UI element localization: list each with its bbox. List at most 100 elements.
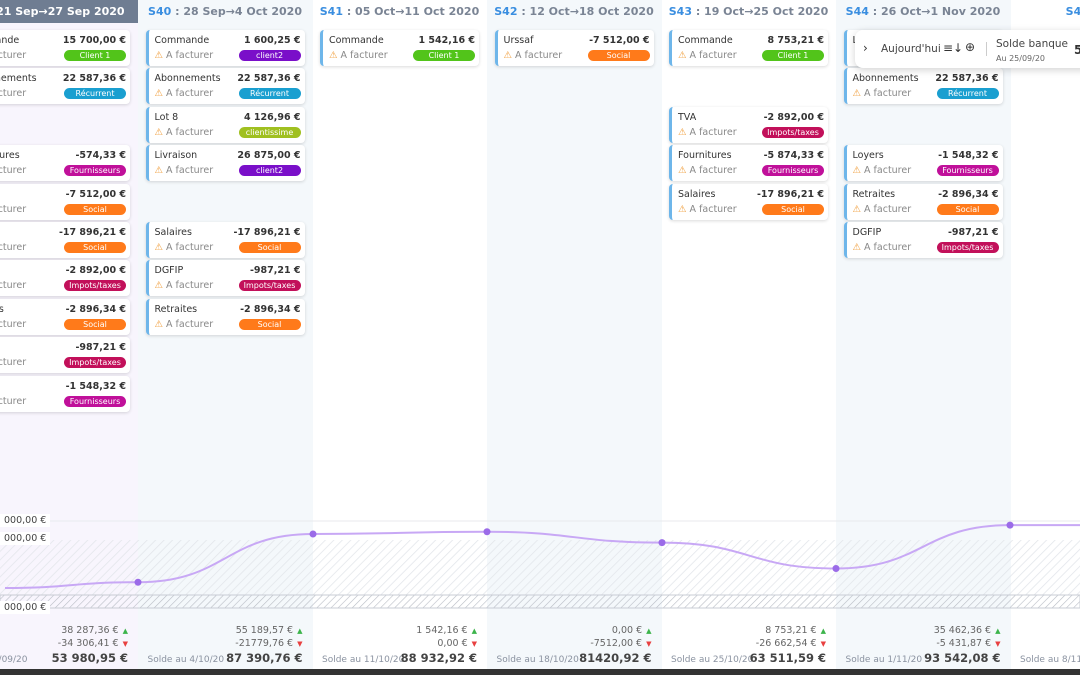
category-tag[interactable]: Social xyxy=(238,242,301,253)
transaction-name: Livraison xyxy=(154,150,198,162)
category-tag[interactable]: Impots/taxes xyxy=(936,242,999,253)
balance-chart xyxy=(0,520,1080,609)
category-tag[interactable]: clientissime xyxy=(238,126,301,138)
category-tag[interactable]: Social xyxy=(64,318,126,330)
category-tag[interactable]: Impots/taxes xyxy=(238,280,301,292)
transaction-card[interactable]: Urssaf -7 512,00 € ⚠ A facturer Social xyxy=(494,30,654,66)
category-tag[interactable]: Client 1 xyxy=(762,50,824,61)
category-tag[interactable]: Impots/taxes xyxy=(762,126,824,138)
category-tag[interactable]: Récurrent xyxy=(936,88,999,100)
transaction-card[interactable]: mmande 15 700,00 € ⚠facturer Client 1 xyxy=(0,30,130,66)
category-tag[interactable]: Social xyxy=(64,203,126,215)
balance-point[interactable] xyxy=(134,578,142,586)
chevron-right-icon[interactable]: › xyxy=(863,41,868,55)
balance-value: 93 542,08 € xyxy=(924,651,1001,665)
transaction-card[interactable]: saf-7 512,00 €⚠facturerSocial xyxy=(0,183,130,220)
week-header[interactable]: S42 : 12 Oct→18 Oct 2020 xyxy=(487,0,662,23)
transaction-status: ⚠facturer xyxy=(0,396,26,407)
transaction-card[interactable]: Commande 1 600,25 € ⚠ A facturer client2 xyxy=(145,30,305,66)
status-label: A facturer xyxy=(340,50,388,61)
transaction-card[interactable]: aires-17 896,21 €⚠facturerSocial xyxy=(0,222,130,258)
transaction-card[interactable]: Commande 1 542,16 € ⚠ A facturer Client 1 xyxy=(320,30,479,66)
transaction-card[interactable]: raites -2 896,34 € ⚠facturer Social xyxy=(0,298,130,335)
transaction-card[interactable]: Retraites -2 896,34 € ⚠ A facturer Social xyxy=(145,298,305,335)
transaction-card[interactable]: urnitures -574,33 € ⚠facturer Fournisseurs xyxy=(0,145,130,182)
transaction-card[interactable]: DGFIP -987,21 € ⚠ A facturer Impots/taxes xyxy=(843,222,1003,258)
warning-icon: ⚠ xyxy=(329,50,338,61)
category-tag[interactable]: Social xyxy=(238,318,301,330)
status-label: facturer xyxy=(0,318,27,330)
category-tag[interactable]: Récurrent xyxy=(64,88,126,100)
week-header[interactable]: 9 : 21 Sep→27 Sep 2020 xyxy=(0,0,138,23)
week-footer: 8 753,21 € -26 662,54 €Solde au 25/10/206… xyxy=(661,622,836,672)
transaction-card[interactable]: Loyers -1 548,32 € ⚠ A facturer Fournisseurs xyxy=(843,145,1003,182)
balance-value: 53 980,95 € xyxy=(51,651,128,665)
transaction-card[interactable]: bonnements 22 587,36 € ⚠facturer Récurrent xyxy=(0,68,130,105)
transaction-card[interactable]: -2 892,00 € ⚠facturer Impots/taxes xyxy=(0,260,130,297)
balance-label: Solde au 25/10/20 xyxy=(671,655,754,665)
transaction-name: TVA xyxy=(678,111,697,123)
transaction-card[interactable]: Commande 8 753,21 € ⚠ A facturer Client 1 xyxy=(669,30,828,66)
category-tag[interactable]: Social xyxy=(762,203,824,215)
category-tag[interactable]: Fournisseurs xyxy=(936,165,999,177)
transaction-status: ⚠ A facturer xyxy=(329,50,388,61)
category-tag[interactable]: Social xyxy=(587,50,650,61)
transaction-card[interactable]: Livraison 26 875,00 € ⚠ A facturer client2 xyxy=(145,145,305,182)
week-footer: 1 542,16 € 0,00 € Solde au 11/10/2088 932,… xyxy=(312,622,487,672)
category-tag[interactable]: Impots/taxes xyxy=(64,357,126,369)
transaction-card[interactable]: DGFIP -987,21 € ⚠ A facturer Impots/taxes xyxy=(145,260,305,297)
expense-total: 0,00 € xyxy=(437,638,477,649)
transaction-card[interactable]: TVA -2 892,00 € ⚠ A facturer Impots/taxes xyxy=(669,106,828,143)
transaction-card[interactable]: Salaires -17 896,21 € ⚠ A facturer Social xyxy=(145,222,305,258)
transaction-amount: 15 700,00 € xyxy=(62,35,126,46)
category-tag[interactable]: Client 1 xyxy=(64,50,126,61)
week-range: 26 Oct→1 Nov 2020 xyxy=(880,5,1001,18)
week-header[interactable]: S41 : 05 Oct→11 Oct 2020 xyxy=(312,0,487,23)
category-tag[interactable]: client2 xyxy=(238,165,301,177)
warning-icon: ⚠ xyxy=(154,280,164,292)
balance-point[interactable] xyxy=(832,564,840,572)
balance-point[interactable] xyxy=(309,530,317,538)
week-header[interactable]: S40 : 28 Sep→4 Oct 2020 xyxy=(138,0,313,23)
category-tag[interactable]: client2 xyxy=(238,50,301,61)
warning-icon: ⚠ xyxy=(678,126,687,138)
transaction-amount: 22 587,36 € xyxy=(62,73,126,85)
category-tag[interactable]: Fournisseurs xyxy=(64,395,126,407)
transaction-name: Commande xyxy=(678,35,733,46)
transaction-card[interactable]: rs-1 548,32 €⚠facturerFournisseurs xyxy=(0,375,130,412)
transaction-status: ⚠ A facturer xyxy=(155,280,214,291)
balance-point[interactable] xyxy=(483,528,491,536)
transaction-card[interactable]: Abonnements 22 587,36 € ⚠ A facturer Récurre… xyxy=(843,68,1003,105)
category-tag[interactable]: Fournisseurs xyxy=(64,165,126,177)
transaction-status: ⚠ A facturer xyxy=(678,204,737,215)
week-header[interactable]: S45 : 02 N xyxy=(1010,0,1080,23)
transaction-name: Abonnements xyxy=(154,73,221,85)
expense-total: -7512,00 € xyxy=(590,638,651,649)
category-tag[interactable]: Social xyxy=(936,203,999,215)
week-footer: 0,00 € -7512,00 € Solde au 18/10/2081420,9… xyxy=(487,622,662,672)
balance-point[interactable] xyxy=(658,539,666,547)
status-label: facturer xyxy=(0,203,27,215)
transaction-card[interactable]: Fournitures -5 874,33 € ⚠ A facturer Fournis… xyxy=(669,145,828,182)
today-button[interactable]: Aujourd'hui xyxy=(881,43,941,55)
week-header[interactable]: S44 : 26 Oct→1 Nov 2020 xyxy=(836,0,1011,23)
transaction-card[interactable]: Abonnements 22 587,36 € ⚠ A facturer Récurre… xyxy=(145,68,305,105)
transaction-amount: -987,21 € xyxy=(249,265,301,277)
week-header[interactable]: S43 : 19 Oct→25 Oct 2020 xyxy=(661,0,836,23)
transaction-status: ⚠facturer xyxy=(0,242,26,253)
sort-icon[interactable]: ≡↓ xyxy=(943,41,963,55)
status-label: A facturer xyxy=(166,280,214,292)
category-tag[interactable]: Fournisseurs xyxy=(762,165,824,177)
transaction-card[interactable]: Retraites -2 896,34 € ⚠ A facturer Social xyxy=(843,183,1003,220)
transaction-card[interactable]: Salaires -17 896,21 € ⚠ A facturer Social xyxy=(669,183,828,220)
transaction-name: Commande xyxy=(329,35,384,46)
transaction-name: urnitures xyxy=(0,150,20,162)
transaction-card[interactable]: Lot 8 4 126,96 € ⚠ A facturer clientissime xyxy=(145,106,305,143)
balance-point[interactable] xyxy=(1006,521,1014,529)
category-tag[interactable]: Client 1 xyxy=(413,50,475,61)
zoom-in-icon[interactable]: ⊕ xyxy=(965,40,975,54)
transaction-card[interactable]: P-987,21 €⚠facturerImpots/taxes xyxy=(0,337,130,374)
category-tag[interactable]: Récurrent xyxy=(238,88,301,100)
category-tag[interactable]: Impots/taxes xyxy=(64,280,126,292)
category-tag[interactable]: Social xyxy=(64,242,126,253)
